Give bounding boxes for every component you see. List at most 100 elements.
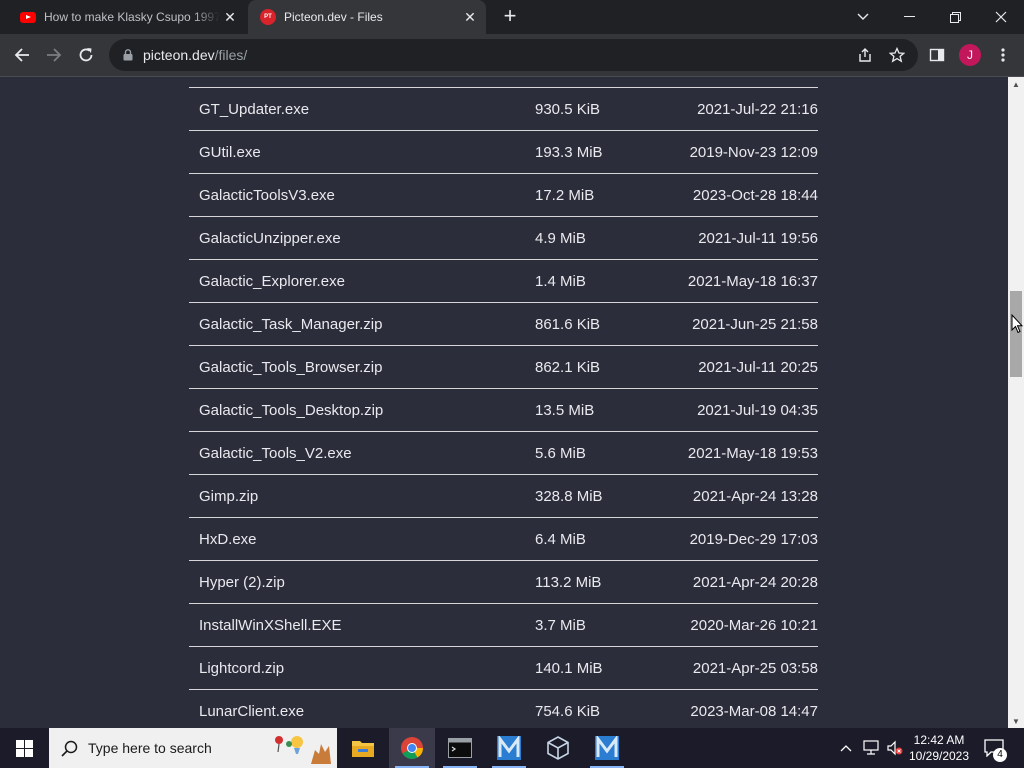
side-panel-button[interactable]	[922, 40, 952, 70]
file-name-link[interactable]: HxD.exe	[199, 531, 257, 548]
file-name-link[interactable]: Galactic_Tools_Browser.zip	[199, 359, 382, 376]
file-name-link[interactable]: Gimp.zip	[199, 488, 258, 505]
tab-picteon[interactable]: PT Picteon.dev - Files ✕	[248, 0, 486, 34]
back-button[interactable]	[7, 40, 37, 70]
file-size: 5.6 MiB	[535, 445, 586, 462]
restore-button[interactable]	[932, 0, 978, 34]
file-name-link[interactable]: Hyper (2).zip	[199, 574, 285, 591]
arrow-left-icon	[14, 48, 29, 62]
file-name-link[interactable]: InstallWinXShell.EXE	[199, 617, 342, 634]
forward-button[interactable]	[39, 40, 69, 70]
file-size: 17.2 MiB	[535, 187, 595, 204]
file-size: 140.1 MiB	[535, 660, 603, 677]
file-date: 2020-Mar-26 10:21	[690, 617, 818, 634]
url-path: /files/	[214, 47, 248, 63]
url-text: picteon.dev/files/	[143, 47, 247, 63]
file-date: 2023-Mar-08 14:47	[690, 703, 818, 720]
taskbar-clock[interactable]: 12:42 AM 10/29/2023	[904, 732, 974, 764]
file-row: GalacticToolsV3.exe 17.2 MiB 2023-Oct-28 1…	[189, 174, 818, 217]
minimize-button[interactable]	[886, 0, 932, 34]
file-name-link[interactable]: Galactic_Tools_Desktop.zip	[199, 402, 383, 419]
file-name-link[interactable]: Galactic_Task_Manager.zip	[199, 316, 382, 333]
file-name-link[interactable]: GalacticUnzipper.exe	[199, 230, 341, 247]
file-row: GUtil.exe 193.3 MiB 2019-Nov-23 12:09	[189, 131, 818, 174]
file-size: 13.5 MiB	[535, 402, 595, 419]
reload-icon	[79, 48, 93, 62]
app-m-second-taskbar-icon[interactable]	[584, 728, 630, 768]
file-size: 754.6 KiB	[535, 703, 601, 720]
file-name-link[interactable]: GalacticToolsV3.exe	[199, 187, 335, 204]
kebab-menu-icon	[1001, 48, 1005, 62]
network-icon[interactable]	[860, 728, 882, 768]
file-date: 2023-Oct-28 18:44	[692, 187, 818, 204]
3d-viewer-taskbar-icon[interactable]	[535, 728, 581, 768]
file-date: 2021-Apr-24 20:28	[692, 574, 818, 591]
file-row: GT_Updater.exe 930.5 KiB 2021-Jul-22 21:16	[189, 88, 818, 131]
file-size: 113.2 MiB	[535, 574, 602, 591]
menu-button[interactable]	[988, 40, 1018, 70]
file-size: 4.9 MiB	[535, 230, 586, 247]
chrome-taskbar-icon[interactable]	[389, 728, 435, 768]
restore-icon	[949, 11, 961, 23]
terminal-taskbar-icon[interactable]	[437, 728, 483, 768]
url-host: picteon.dev	[143, 47, 215, 63]
file-row: Galactic_Tools_V2.exe 5.6 MiB 2021-May-18 …	[189, 432, 818, 475]
file-row: Lightcord.zip 140.1 MiB 2021-Apr-25 03:58	[189, 647, 818, 690]
windows-taskbar: Type here to search 12:42 AM 10/29/2023	[0, 728, 1024, 768]
file-explorer-taskbar-icon[interactable]	[340, 728, 386, 768]
file-name-link[interactable]: GUtil.exe	[199, 144, 261, 161]
address-bar[interactable]: picteon.dev/files/	[109, 39, 918, 71]
scroll-down-arrow-icon[interactable]: ▼	[1008, 714, 1024, 728]
file-date: 2021-May-18 19:53	[687, 445, 818, 462]
file-row: InstallWinXShell.EXE 3.7 MiB 2020-Mar-26 1…	[189, 604, 818, 647]
start-button[interactable]	[0, 728, 48, 768]
taskbar-search-box[interactable]: Type here to search	[49, 728, 337, 768]
chevron-up-icon[interactable]	[836, 728, 856, 768]
youtube-icon	[20, 9, 36, 25]
reload-button[interactable]	[71, 40, 101, 70]
app-m-taskbar-icon[interactable]	[486, 728, 532, 768]
clock-date: 10/29/2023	[908, 749, 970, 763]
file-row: Galactic_Task_Manager.zip 861.6 KiB 2021-J…	[189, 303, 818, 346]
notification-count-badge: 4	[993, 748, 1007, 762]
tab-search-button[interactable]	[840, 0, 886, 34]
file-name-link[interactable]: Lightcord.zip	[199, 660, 284, 677]
minimize-icon	[903, 16, 915, 17]
close-icon	[995, 11, 1007, 23]
file-row: LunarClient.exe 754.6 KiB 2023-Mar-08 14:4…	[189, 690, 818, 728]
file-name-link[interactable]: LunarClient.exe	[199, 703, 304, 720]
vertical-scrollbar[interactable]: ▲ ▼	[1008, 77, 1024, 728]
volume-muted-icon[interactable]	[884, 728, 906, 768]
notifications-button[interactable]: 4	[980, 728, 1008, 768]
file-row: HxD.exe 6.4 MiB 2019-Dec-29 17:03	[189, 518, 818, 561]
share-icon[interactable]	[855, 45, 875, 65]
file-row: Gimp.zip 328.8 MiB 2021-Apr-24 13:28	[189, 475, 818, 518]
file-date: 2021-Jul-11 20:25	[698, 359, 818, 376]
file-size: 328.8 MiB	[535, 488, 603, 505]
profile-avatar[interactable]: J	[959, 44, 981, 66]
close-icon[interactable]: ✕	[220, 7, 240, 27]
mouse-cursor-icon	[1011, 314, 1023, 334]
lock-icon[interactable]	[121, 48, 135, 62]
file-row: Galactic_Explorer.exe 1.4 MiB 2021-May-18 …	[189, 260, 818, 303]
page-viewport: GT_Updater.exe 930.5 KiB 2021-Jul-22 21:16…	[0, 77, 1008, 728]
file-name-link[interactable]: GT_Updater.exe	[199, 101, 309, 118]
file-size: 862.1 KiB	[535, 359, 601, 376]
tab-youtube[interactable]: How to make Klasky Csupo 1997 ✕	[8, 0, 246, 34]
new-tab-button[interactable]: +	[498, 5, 522, 29]
file-date: 2021-Jul-19 04:35	[697, 402, 818, 419]
scroll-up-arrow-icon[interactable]: ▲	[1008, 77, 1024, 91]
close-icon[interactable]: ✕	[460, 7, 480, 27]
scrollbar-thumb[interactable]	[1010, 291, 1022, 377]
file-name-link[interactable]: Galactic_Explorer.exe	[199, 273, 345, 290]
file-listing: GT_Updater.exe 930.5 KiB 2021-Jul-22 21:16…	[189, 87, 818, 728]
file-date: 2019-Nov-23 12:09	[689, 144, 818, 161]
close-window-button[interactable]	[978, 0, 1024, 34]
file-row: Hyper (2).zip 113.2 MiB 2021-Apr-24 20:28	[189, 561, 818, 604]
file-name-link[interactable]: Galactic_Tools_V2.exe	[199, 445, 352, 462]
clock-time: 12:42 AM	[913, 733, 965, 747]
bookmark-star-icon[interactable]	[887, 45, 907, 65]
chevron-down-icon	[857, 13, 869, 20]
file-date: 2021-Apr-24 13:28	[692, 488, 818, 505]
picteon-icon: PT	[260, 9, 276, 25]
